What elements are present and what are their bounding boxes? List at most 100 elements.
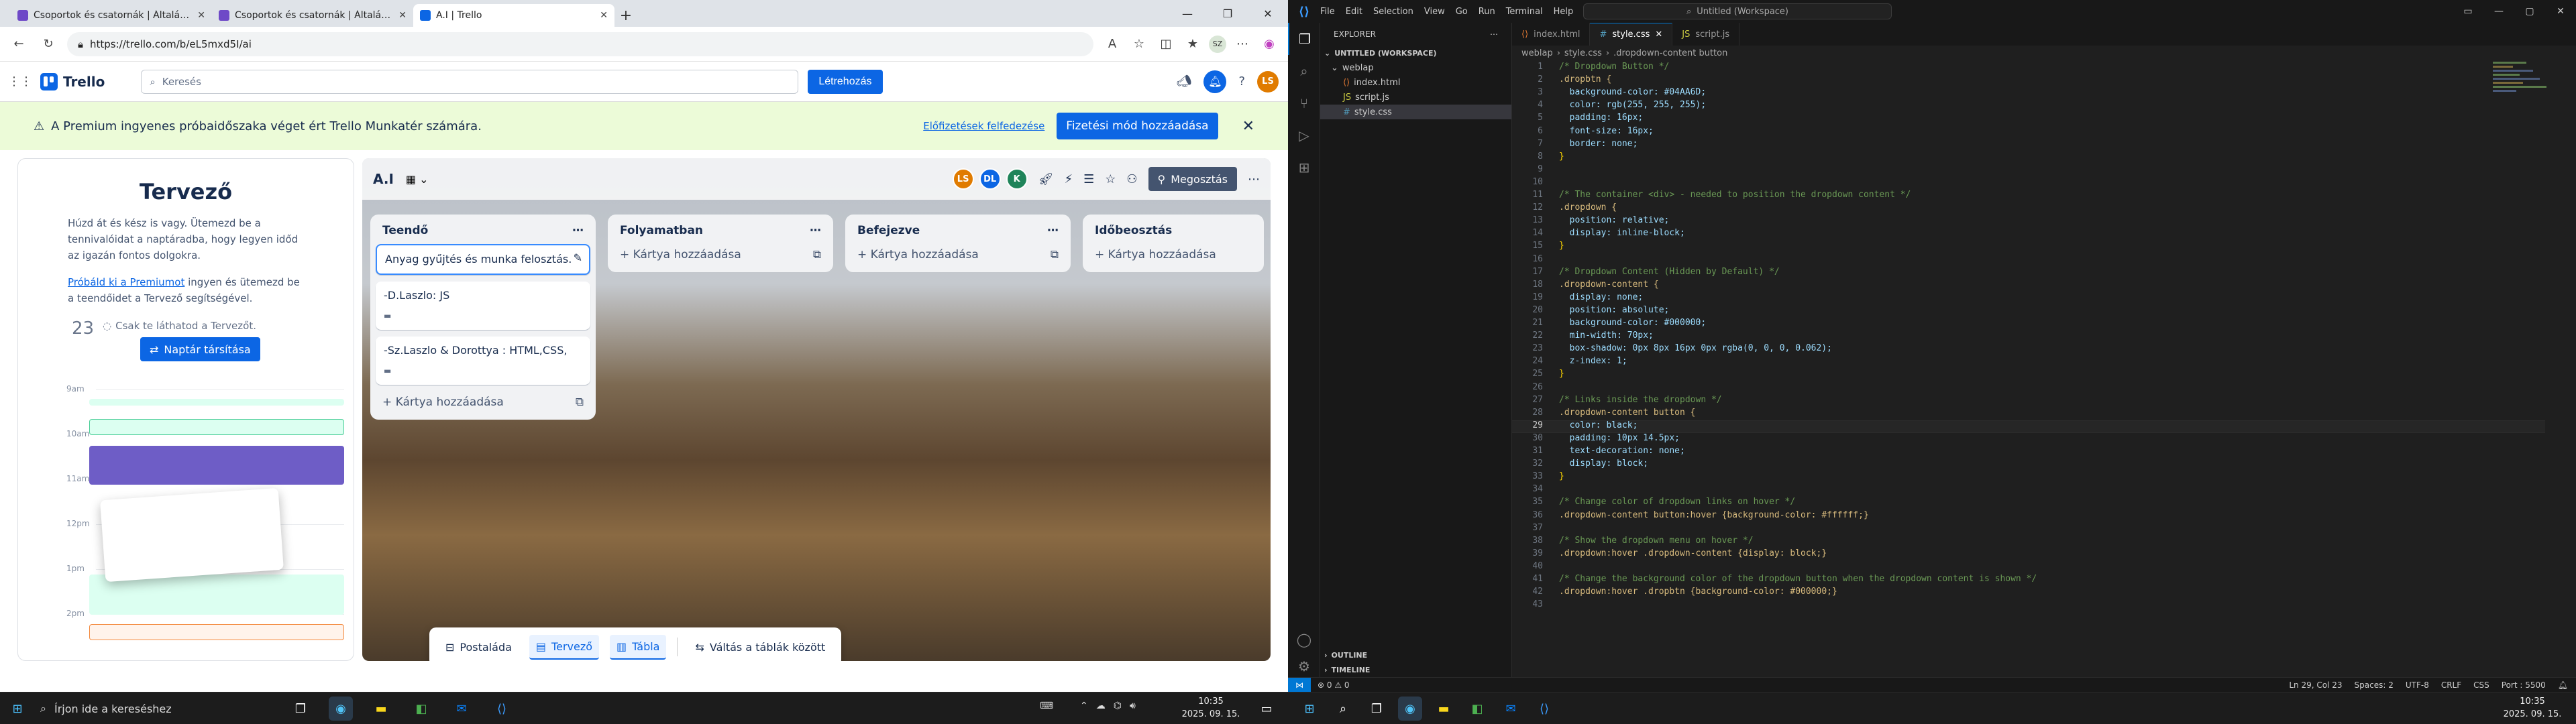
minimize-icon[interactable]: — — [2483, 0, 2514, 23]
automation-icon[interactable]: ⚡ — [1064, 172, 1073, 186]
explore-subscriptions-link[interactable]: Előfizetések felfedezése — [923, 120, 1044, 132]
timeline-section[interactable]: › TIMELINE — [1320, 662, 1370, 677]
close-icon[interactable]: ✕ — [398, 10, 407, 21]
file-item[interactable]: JS script.js — [1320, 90, 1511, 105]
vscode-taskbar-icon[interactable]: ⟨⟩ — [1532, 697, 1556, 721]
edge-icon[interactable]: ◉ — [329, 697, 353, 721]
list-menu-icon[interactable]: ⋯ — [572, 224, 584, 237]
close-icon[interactable]: ✕ — [1655, 29, 1662, 40]
add-card-button[interactable]: + Kártya hozzáadása ⧉ — [376, 391, 590, 413]
list-menu-icon[interactable]: ⋯ — [810, 224, 821, 237]
cloud-icon[interactable]: ☁ — [1096, 701, 1106, 711]
vscode-taskbar-icon[interactable]: ⟨⟩ — [490, 697, 514, 721]
favorite-star-icon[interactable]: ☆ — [1128, 34, 1150, 55]
profile-avatar[interactable]: SZ — [1209, 35, 1226, 53]
template-icon[interactable]: ⧉ — [813, 248, 821, 261]
browser-tab-3[interactable]: A.I | Trello ✕ — [413, 4, 614, 27]
windows-start-icon[interactable]: ⊞ — [1297, 697, 1322, 721]
member-avatar[interactable]: DL — [979, 168, 1001, 190]
visibility-icon[interactable]: ⚇ — [1126, 172, 1137, 186]
dragging-card[interactable] — [100, 487, 284, 583]
search-icon[interactable]: ⌕ — [1331, 697, 1355, 721]
indentation[interactable]: Spaces: 2 — [2355, 680, 2394, 690]
keyboard-icon[interactable]: ⌨ — [1040, 701, 1053, 711]
close-icon[interactable]: ✕ — [197, 10, 205, 21]
inbox-button[interactable]: ⊟ Postaláda — [439, 636, 519, 659]
volume-icon[interactable]: 🔊︎ — [1130, 701, 1136, 711]
cursor-position[interactable]: Ln 29, Col 23 — [2289, 680, 2342, 690]
create-button[interactable]: Létrehozás — [808, 69, 883, 94]
favorites-icon[interactable]: ★ — [1182, 34, 1203, 55]
editor-tab[interactable]: JS script.js — [1672, 23, 1740, 46]
notification-icon[interactable]: ▭ — [1254, 697, 1279, 721]
help-icon[interactable]: ? — [1238, 74, 1245, 88]
file-explorer-icon[interactable]: ▬ — [1432, 697, 1456, 721]
remote-icon[interactable]: ⋈ — [1288, 677, 1311, 692]
list-header[interactable]: Folyamatban ⋯ — [613, 221, 828, 244]
board-button[interactable]: ▥ Tábla — [610, 634, 667, 660]
add-card-button[interactable]: + Kártya hozzáadása ⧉ — [613, 244, 828, 265]
menu-view[interactable]: View — [1424, 7, 1445, 17]
planner-button[interactable]: ▤ Tervező — [529, 634, 600, 660]
menu-selection[interactable]: Selection — [1373, 7, 1413, 17]
taskbar-search[interactable]: ⌕ Írjon ide a kereséshez — [40, 697, 262, 721]
new-tab-button[interactable]: + — [614, 4, 637, 27]
clock[interactable]: 10:35 2025. 09. 15. — [1181, 695, 1241, 721]
outline-section[interactable]: › OUTLINE — [1320, 648, 1367, 662]
source-control-icon[interactable]: ⑂ — [1288, 87, 1320, 119]
extensions-icon[interactable]: ⊞ — [1288, 152, 1320, 184]
minimap[interactable] — [2493, 62, 2567, 115]
menu-terminal[interactable]: Terminal — [1506, 7, 1543, 17]
maximize-icon[interactable]: ▢ — [2514, 0, 2545, 23]
clock-secondary[interactable]: 10:35 2025. 09. 15. — [2502, 695, 2563, 721]
back-icon[interactable]: ← — [8, 34, 30, 55]
close-window-icon[interactable]: ✕ — [1248, 0, 1288, 27]
add-card-button[interactable]: + Kártya hozzáadása — [1088, 244, 1258, 265]
menu-file[interactable]: File — [1320, 7, 1335, 17]
list-header[interactable]: Teendő ⋯ — [376, 221, 590, 244]
network-icon[interactable]: ⌬ — [1114, 701, 1122, 711]
close-icon[interactable]: ✕ — [600, 10, 608, 21]
close-window-icon[interactable]: ✕ — [2545, 0, 2576, 23]
add-card-button[interactable]: + Kártya hozzáadása ⧉ — [851, 244, 1065, 265]
bell-icon[interactable]: 🔔︎ — [2558, 680, 2568, 690]
template-icon[interactable]: ⧉ — [576, 396, 584, 409]
extensions-icon[interactable]: ◫ — [1155, 34, 1177, 55]
editor-tab[interactable]: ⟨⟩ index.html — [1512, 23, 1591, 46]
board-title[interactable]: A.I — [373, 171, 394, 187]
template-icon[interactable]: ⧉ — [1051, 248, 1059, 261]
rocket-icon[interactable]: 🚀︎ — [1038, 172, 1054, 186]
user-avatar[interactable]: LS — [1257, 70, 1279, 93]
explorer-icon[interactable]: ❐ — [1288, 23, 1320, 55]
share-button[interactable]: ⚲ Megosztás — [1148, 167, 1237, 191]
chevron-up-icon[interactable]: ⌃ — [1080, 701, 1088, 711]
search-icon[interactable]: ⌕ — [1288, 55, 1320, 87]
more-icon[interactable]: ⋯ — [1232, 34, 1253, 55]
browser-tab-1[interactable]: Csoportok és csatornák | Általános ✕ — [11, 4, 212, 27]
task-view-icon[interactable]: ❐ — [288, 697, 313, 721]
list-header[interactable]: Időbeosztás — [1088, 221, 1258, 244]
card[interactable]: Anyag gyűjtés és munka felosztás. ✎ — [376, 244, 590, 275]
list-header[interactable]: Befejezve ⋯ — [851, 221, 1065, 244]
edit-icon[interactable]: ✎ — [574, 251, 582, 265]
maximize-icon[interactable]: ❐ — [1208, 0, 1248, 27]
file-explorer-icon[interactable]: ▬ — [369, 697, 393, 721]
folder-item[interactable]: ⌄ weblap — [1320, 60, 1511, 75]
browser-tab-2[interactable]: Csoportok és csatornák | Általános ✕ — [212, 4, 413, 27]
problems-count[interactable]: ⊗ 0 ⚠ 0 — [1318, 680, 1350, 690]
megaphone-icon[interactable]: 📣︎ — [1177, 74, 1192, 88]
file-item[interactable]: ⟨⟩ index.html — [1320, 75, 1511, 90]
trello-logo[interactable]: Trello — [40, 72, 105, 90]
try-premium-link[interactable]: Próbáld ki a Premiumot — [68, 276, 184, 288]
more-icon[interactable]: ⋯ — [1490, 29, 1498, 39]
code-editor[interactable]: 1 /* Dropdown Button */ 2 .dropbtn {3 backg… — [1512, 62, 2576, 638]
menu-go[interactable]: Go — [1456, 7, 1468, 17]
menu-edit[interactable]: Edit — [1346, 7, 1362, 17]
store-icon[interactable]: ◧ — [1465, 697, 1489, 721]
close-icon[interactable]: ✕ — [1242, 118, 1254, 135]
switch-boards-button[interactable]: ⇆ Váltás a táblák között — [688, 636, 832, 659]
add-payment-button[interactable]: Fizetési mód hozzáadása — [1057, 113, 1218, 139]
encoding[interactable]: UTF-8 — [2406, 680, 2429, 690]
windows-start-icon[interactable]: ⊞ — [5, 697, 30, 721]
task-view-icon[interactable]: ❐ — [1364, 697, 1389, 721]
